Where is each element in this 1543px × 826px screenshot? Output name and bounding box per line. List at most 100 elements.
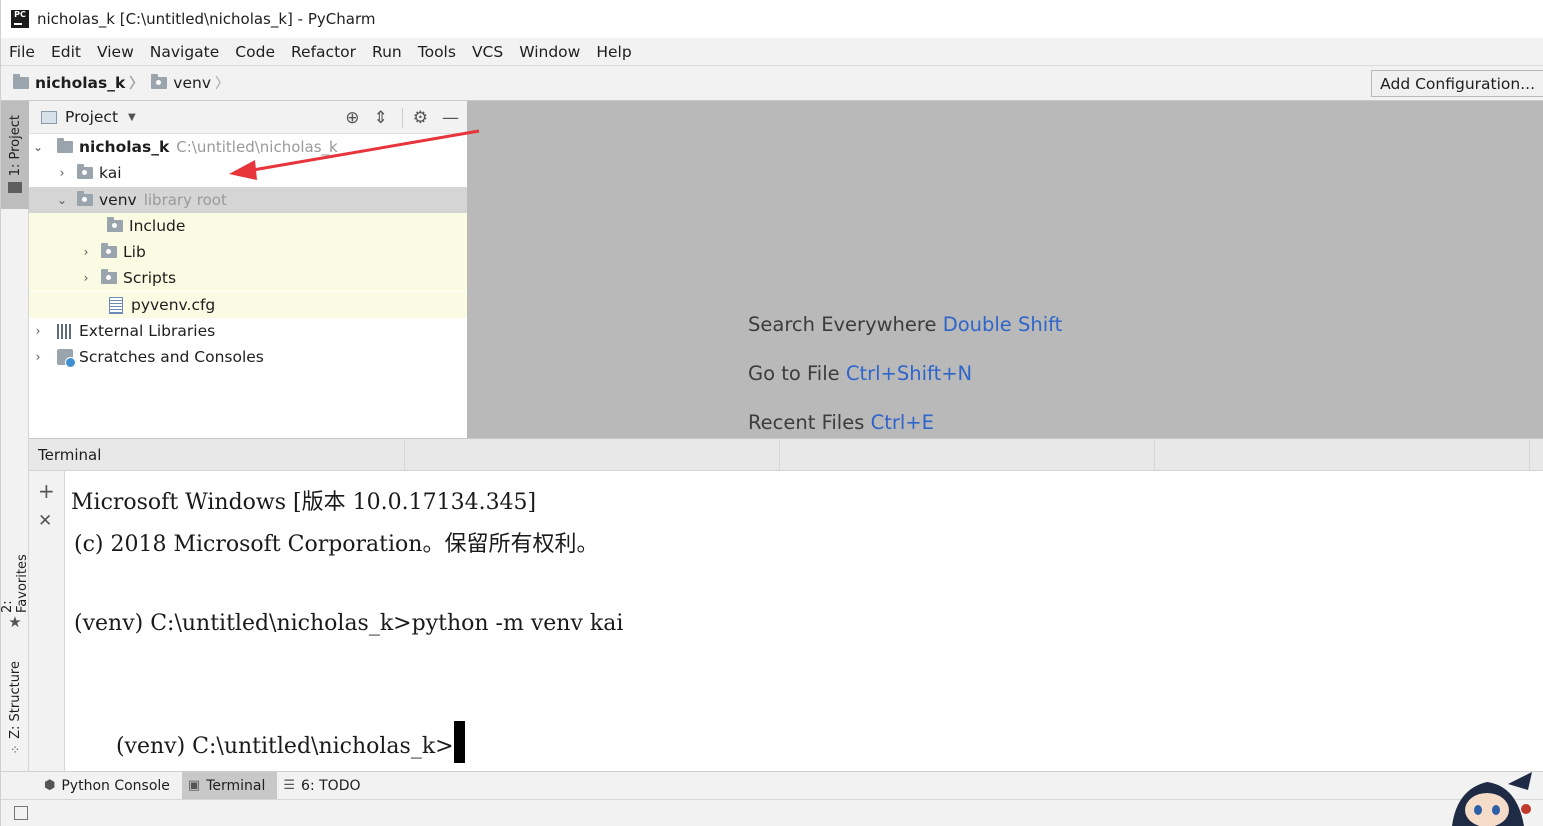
chevron-right-icon[interactable]: › [31,350,45,364]
tree-root-label: nicholas_k [79,138,170,156]
tab-todo-label: 6: TODO [301,777,361,794]
folder-icon [13,74,29,89]
tip-recent-label: Recent Files [748,411,865,434]
tree-kai-label: kai [99,164,122,182]
header-divider [1154,439,1155,472]
menu-navigate[interactable]: Navigate [150,43,220,61]
tip-recent-key: Ctrl+E [870,411,934,434]
chevron-right-icon[interactable]: › [79,245,93,259]
menu-code[interactable]: Code [235,43,275,61]
tab-python-console[interactable]: ⬢ Python Console [38,772,182,800]
menu-file[interactable]: File [9,43,35,61]
folder-icon [77,164,93,179]
scratches-icon [57,349,76,368]
tree-external-libraries-label: External Libraries [79,322,216,340]
menu-view[interactable]: View [97,43,134,61]
editor-area[interactable]: Search Everywhere Double Shift Go to Fil… [467,101,1543,438]
navigation-bar: nicholas_k 〉 venv 〉 Add Configuration... [1,65,1543,101]
tree-item-include[interactable]: Include [29,213,467,239]
terminal-prompt: (venv) C:\untitled\nicholas_k> [115,734,454,759]
menu-run[interactable]: Run [372,43,402,61]
tab-project[interactable]: 1: Project [1,101,29,209]
chevron-down-icon[interactable]: ⌄ [31,140,45,154]
tree-item-pyvenv[interactable]: pyvenv.cfg [29,292,467,318]
window-title: nicholas_k [C:\untitled\nicholas_k] - Py… [37,10,376,28]
left-tool-strip: 1: Project 2: Favorites ★ Z: Structure ⁘ [0,101,30,771]
tree-venv-label: venv [99,191,137,209]
tab-favorites[interactable]: 2: Favorites ★ [0,541,30,631]
close-icon[interactable]: ✕ [38,511,52,531]
project-view-icon [41,110,57,124]
terminal-header: Terminal [29,438,1543,472]
tree-scripts-label: Scripts [123,269,177,287]
tip-goto-key: Ctrl+Shift+N [845,362,973,385]
folder-icon [107,217,123,232]
menu-vcs[interactable]: VCS [472,43,503,61]
new-session-plus-icon[interactable]: + [38,479,55,503]
header-divider [1529,439,1530,472]
tree-item-root[interactable]: ⌄ nicholas_k C:\untitled\nicholas_k [29,134,467,160]
terminal-cursor [453,721,465,763]
terminal-line: (c) 2018 Microsoft Corporation。保留所有权利。 [74,532,599,557]
project-view-selector[interactable]: Project [65,108,118,126]
project-panel-tools: ⊕ ⇕ ⚙ — [331,101,459,134]
tree-scratches-label: Scratches and Consoles [79,348,264,366]
mascot-ribbon [1508,772,1532,790]
tree-item-lib[interactable]: › Lib [29,239,467,265]
bottom-tool-tabs: ⬢ Python Console ▣ Terminal ☰ 6: TODO [1,771,1543,800]
tab-terminal-label: Terminal [206,777,266,794]
tab-terminal[interactable]: ▣ Terminal [181,771,278,800]
hide-icon[interactable]: — [442,108,459,128]
add-configuration-button[interactable]: Add Configuration... [1371,70,1543,97]
tip-goto-label: Go to File [748,362,840,385]
tree-venv-hint: library root [143,191,227,209]
tree-item-venv[interactable]: ⌄ venv library root [29,187,467,213]
terminal-output[interactable]: Microsoft Windows [版本 10.0.17134.345] (c… [65,471,1543,771]
menu-refactor[interactable]: Refactor [291,43,356,61]
structure-icon: ⁘ [9,742,21,757]
text-file-icon [109,296,123,314]
tree-item-scratches[interactable]: › Scratches and Consoles [29,344,467,370]
chevron-right-icon[interactable]: › [55,166,69,180]
menu-tools[interactable]: Tools [418,43,456,61]
tip-search-everywhere: Search Everywhere Double Shift [748,313,1062,336]
tree-root-path: C:\untitled\nicholas_k [176,138,338,156]
tab-todo[interactable]: ☰ 6: TODO [277,772,372,800]
menu-edit[interactable]: Edit [51,43,81,61]
tree-pyvenv-label: pyvenv.cfg [131,296,216,314]
terminal-icon: ▣ [187,778,201,793]
python-icon: ⬢ [44,778,56,793]
tab-structure-label: Z: Structure [7,661,23,739]
header-divider [404,439,405,472]
folder-icon [8,182,22,194]
chevron-down-icon[interactable]: ▼ [128,112,136,123]
breadcrumb-venv[interactable]: venv 〉 [151,73,229,93]
tree-item-kai[interactable]: › kai [29,160,467,186]
header-divider [779,439,780,472]
chevron-down-icon[interactable]: ⌄ [55,193,69,207]
tip-recent-files: Recent Files Ctrl+E [748,411,934,434]
tab-structure[interactable]: Z: Structure ⁘ [1,661,29,761]
menu-bar: File Edit View Navigate Code Refactor Ru… [1,38,1543,65]
gear-icon[interactable]: ⚙ [401,107,428,128]
tab-python-console-label: Python Console [61,777,170,794]
pycharm-logo-icon: PC [9,8,31,30]
chevron-right-icon[interactable]: › [79,271,93,285]
menu-help[interactable]: Help [596,43,631,61]
tree-include-label: Include [129,217,186,235]
toggle-tool-windows-icon[interactable] [14,806,28,820]
folder-icon [101,243,117,258]
tip-search-label: Search Everywhere [748,313,937,336]
collapse-all-icon[interactable]: ⇕ [374,108,388,128]
breadcrumb-project[interactable]: nicholas_k 〉 [13,73,143,93]
tree-item-external-libraries[interactable]: › External Libraries [29,318,467,344]
mascot-eye [1474,805,1482,815]
tab-project-label: 1: Project [7,115,23,177]
chevron-right-icon[interactable]: › [31,324,45,338]
breadcrumb-project-label: nicholas_k [35,74,126,92]
locate-icon[interactable]: ⊕ [345,108,359,128]
menu-window[interactable]: Window [519,43,580,61]
tree-lib-label: Lib [123,243,146,261]
folder-icon [101,269,117,284]
tree-item-scripts[interactable]: › Scripts [29,265,467,291]
